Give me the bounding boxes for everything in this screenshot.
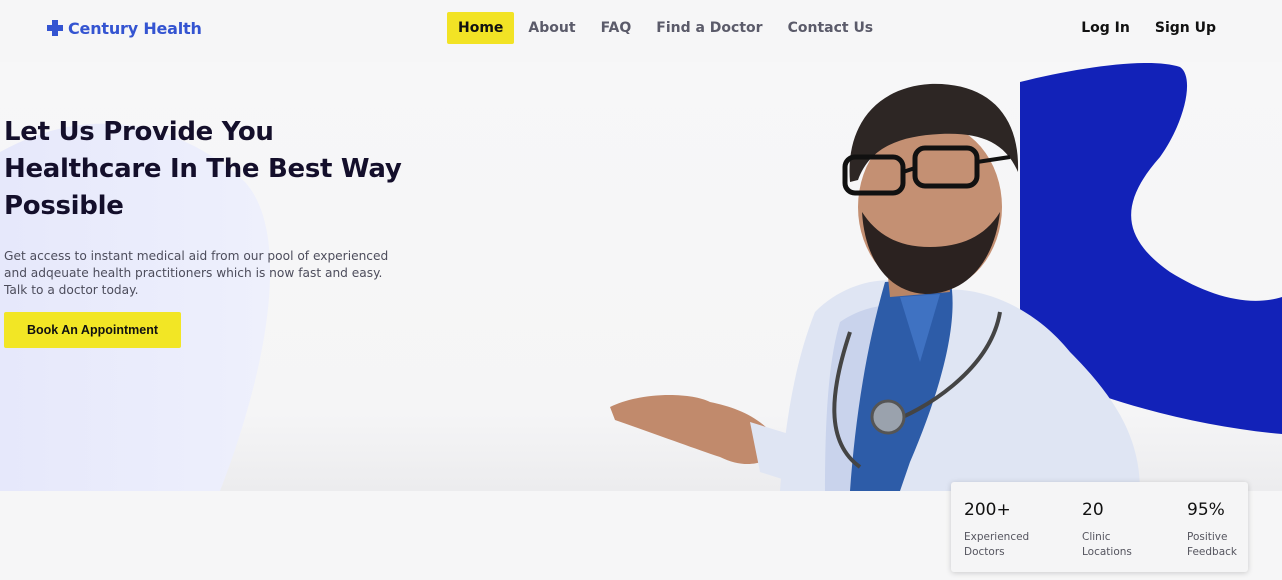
hero-title: Let Us Provide You Healthcare In The Bes… xyxy=(4,114,414,225)
medical-cross-icon xyxy=(47,20,63,36)
stats-card: 200+ Experienced Doctors 20 Clinic Locat… xyxy=(951,482,1248,572)
hero-title-line: Possible xyxy=(4,191,124,221)
hero-text-block: Let Us Provide You Healthcare In The Bes… xyxy=(4,114,414,348)
stat-label: Experienced Doctors xyxy=(964,531,1030,558)
stat-value: 200+ xyxy=(964,500,1011,520)
nav-item-faq[interactable]: FAQ xyxy=(590,12,643,44)
hero-title-line: Healthcare In The Best Way xyxy=(4,154,402,184)
auth-links: Log In Sign Up xyxy=(1081,12,1216,44)
hero-section: Let Us Provide You Healthcare In The Bes… xyxy=(0,62,1282,491)
nav-item-about[interactable]: About xyxy=(517,12,586,44)
nav-item-home[interactable]: Home xyxy=(447,12,515,44)
stat-positive-feedback: 95% Positive Feedback xyxy=(1187,500,1257,560)
brand-name: Century Health xyxy=(68,18,202,38)
stat-label: Clinic Locations xyxy=(1082,531,1132,558)
site-header: Century Health Home About FAQ Find a Doc… xyxy=(0,0,1282,62)
doctor-photo xyxy=(610,83,1140,491)
stat-label: Positive Feedback xyxy=(1187,531,1238,558)
stat-value: 20 xyxy=(1082,500,1104,520)
brand-logo-link[interactable]: Century Health xyxy=(46,17,202,39)
stat-experienced-doctors: 200+ Experienced Doctors xyxy=(964,500,1034,560)
nav-item-find-a-doctor[interactable]: Find a Doctor xyxy=(645,12,773,44)
nav-item-contact-us[interactable]: Contact Us xyxy=(777,12,885,44)
hero-title-line: Let Us Provide You xyxy=(4,117,274,147)
login-link[interactable]: Log In xyxy=(1081,12,1130,44)
stat-value: 95% xyxy=(1187,500,1225,520)
hero-description: Get access to instant medical aid from o… xyxy=(4,249,389,297)
signup-link[interactable]: Sign Up xyxy=(1155,12,1216,44)
stat-clinic-locations: 20 Clinic Locations xyxy=(1082,500,1152,560)
main-nav: Home About FAQ Find a Doctor Contact Us xyxy=(447,12,887,44)
book-appointment-button[interactable]: Book An Appointment xyxy=(4,312,181,348)
